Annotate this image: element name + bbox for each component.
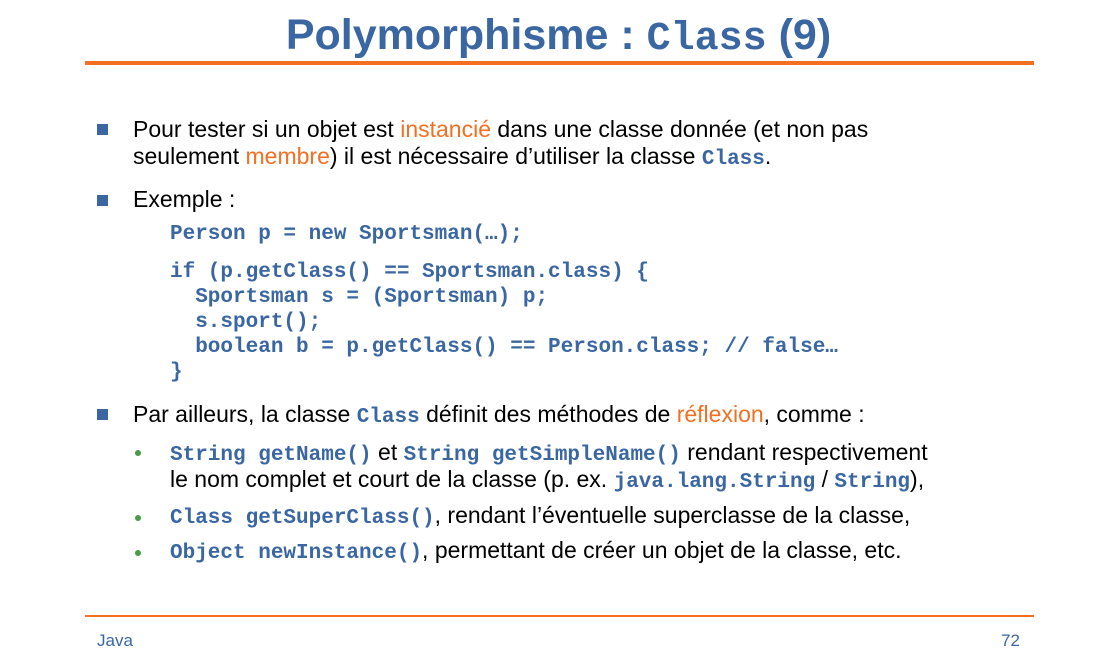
title-prefix: Polymorphisme : [285,11,635,59]
bullet-1-line-2: seulement membre) il est nécessaire d’ut… [133,143,772,171]
highlight-membre: membre [245,143,330,169]
sub-bullet-1-line-1: String getName() et String getSimpleName… [170,439,928,467]
highlight-reflexion: réflexion [676,401,764,427]
inline-code-class: Class [701,148,765,171]
bullet-3-text: Par ailleurs, la classe Class définit de… [133,401,865,429]
square-bullet-icon [97,124,108,135]
inline-code-class: Class [356,406,420,429]
sub-bullet-3: Object newInstance(), permettant de crée… [170,537,902,565]
sub-bullet-1-line-2: le nom complet et court de la classe (p.… [170,466,925,494]
round-bullet-icon [135,515,141,521]
title-code: Class [646,17,767,62]
code-newinstance: Object newInstance() [170,542,423,565]
bullet-2-label: Exemple : [133,186,236,212]
code-string: String [834,471,911,494]
code-getname: String getName() [170,444,372,467]
title-underline [85,61,1034,65]
square-bullet-icon [97,409,108,420]
square-bullet-icon [97,195,108,206]
code-getsuperclass: Class getSuperClass() [170,507,435,530]
slide-title: Polymorphisme : Class (9) [0,10,1117,65]
sub-bullet-2: Class getSuperClass(), rendant l’éventue… [170,502,911,530]
code-getsimplename: String getSimpleName() [403,444,681,467]
page-number: 72 [1001,631,1020,650]
round-bullet-icon [135,450,141,456]
footer-rule [85,615,1034,617]
round-bullet-icon [135,550,141,556]
bullet-1-line-1: Pour tester si un objet est instancié da… [133,116,869,142]
code-line-declaration: Person p = new Sportsman(…); [170,223,523,246]
highlight-instancie: instancié [400,116,491,142]
footer-course-name: Java [97,631,133,650]
code-java-lang-string: java.lang.String [613,471,816,494]
title-suffix: (9) [778,11,832,59]
code-block-if: if (p.getClass() == Sportsman.class) { S… [170,261,838,384]
